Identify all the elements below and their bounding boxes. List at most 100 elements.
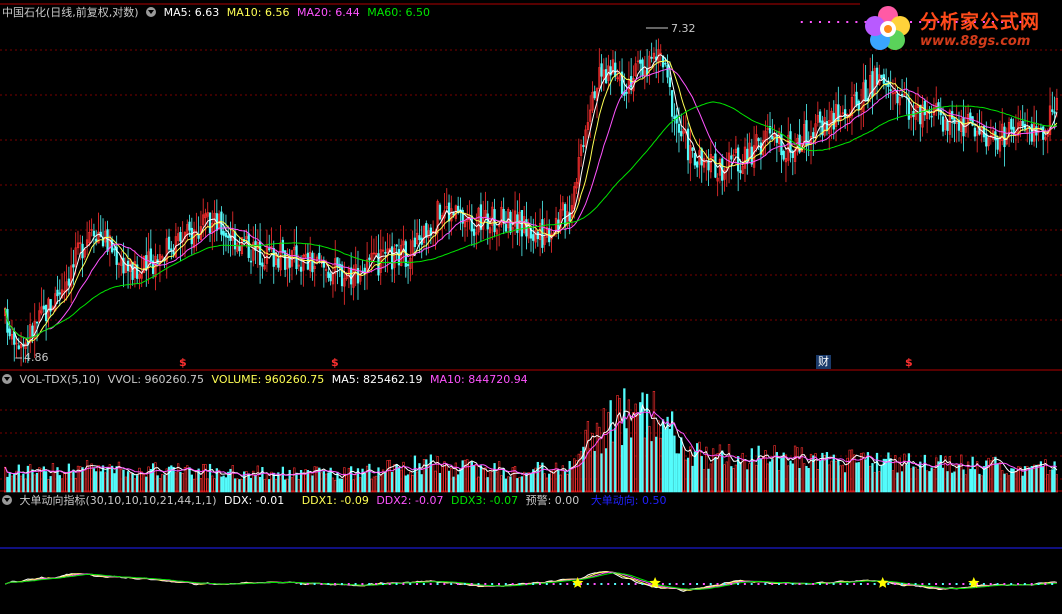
ddx-dot — [757, 583, 760, 585]
volume-bar — [905, 464, 908, 493]
candle-body — [113, 248, 116, 251]
volume-bar — [780, 455, 783, 493]
volume-bar — [816, 468, 819, 493]
ddx-dot — [552, 583, 555, 585]
volume-bar — [311, 475, 314, 493]
volume-bar — [727, 444, 731, 493]
volume-bar — [238, 479, 241, 493]
volume-bar — [664, 428, 667, 493]
volume-bar — [955, 464, 958, 493]
volume-bar — [739, 462, 742, 493]
candle-body — [390, 246, 394, 270]
event-marker[interactable]: $ — [905, 356, 913, 370]
candle-body — [923, 100, 926, 116]
volume-bar — [158, 478, 162, 493]
ddx-dot — [320, 583, 323, 585]
candle-body — [31, 325, 34, 337]
dropdown-icon[interactable] — [2, 374, 12, 384]
volume-bar — [284, 479, 287, 493]
volume-bar — [161, 474, 164, 493]
volume-bar — [564, 470, 567, 493]
volume-bar — [609, 400, 612, 493]
event-marker[interactable]: $ — [331, 356, 339, 370]
candle-body — [693, 152, 697, 166]
volume-bar — [570, 466, 574, 493]
volume-bar — [1005, 473, 1008, 493]
volume-bar — [973, 469, 977, 493]
volume-bar — [254, 474, 257, 493]
volume-bar — [693, 451, 697, 493]
ddx-dot — [812, 583, 815, 585]
candle-body — [261, 262, 264, 267]
volume-bar — [222, 475, 225, 493]
volume-bar — [709, 463, 712, 493]
price-title[interactable]: 中国石化(日线,前复权,对数) — [2, 6, 139, 19]
volume-bar — [946, 471, 949, 493]
volume-bar — [420, 474, 423, 493]
volume-bar — [998, 462, 1002, 493]
volume-bar — [994, 456, 997, 493]
candle-body — [639, 59, 642, 64]
ddx-dot — [887, 583, 890, 585]
candle-body — [8, 328, 11, 337]
volume-bar — [748, 463, 751, 493]
volume-bar — [643, 437, 646, 493]
ddx-dot — [716, 583, 719, 585]
candle-body — [691, 147, 694, 151]
candle-body — [395, 244, 398, 247]
volume-bar — [830, 460, 833, 493]
ddx-dot — [545, 583, 548, 585]
volume-bar — [183, 467, 187, 493]
candle-body — [941, 116, 945, 132]
dropdown-icon[interactable] — [146, 7, 157, 17]
volume-bar — [445, 464, 448, 493]
candle-body — [72, 264, 75, 268]
volume-bar — [782, 452, 785, 493]
volume-bar — [484, 467, 487, 493]
volume-bar — [457, 474, 460, 493]
ddx-dot — [1051, 583, 1054, 585]
logo-url: www.88gs.com — [920, 34, 1031, 49]
volume-bar — [4, 466, 7, 493]
volume-bar — [136, 475, 139, 493]
volume-bar — [982, 466, 986, 493]
candle-body — [306, 252, 310, 270]
volume-bar — [404, 475, 407, 493]
volume-bar — [668, 428, 672, 493]
warn-readout: 预警: 0.00 — [525, 494, 580, 507]
ddx-dot — [347, 583, 350, 585]
site-logo[interactable]: 分析家公式网 www.88gs.com — [862, 2, 1060, 54]
candle-body — [1021, 121, 1024, 127]
ddx-dot — [771, 583, 774, 585]
volume-bar — [83, 469, 86, 493]
volume-bar — [172, 466, 175, 493]
volume-bar — [331, 477, 335, 493]
candle-body — [946, 120, 949, 131]
volume-bar — [832, 454, 835, 493]
candle-body — [208, 212, 212, 234]
candle-body — [780, 133, 783, 156]
candle-body — [472, 228, 476, 236]
finance-marker[interactable]: 财 — [816, 355, 831, 369]
ddx-dot — [743, 583, 746, 585]
ddx-title[interactable]: 大单动向指标(30,10,10,10,21,44,1,1) — [20, 494, 217, 507]
ddx-dot — [1003, 583, 1006, 585]
volume-bar — [295, 472, 298, 493]
ddx-dot — [777, 583, 780, 585]
candle-body — [67, 278, 71, 286]
volume-bar — [873, 472, 876, 493]
stock-chart[interactable]: 中国石化(日线,前复权,对数) MA5: 6.63 MA10: 6.56 MA2… — [0, 0, 1062, 614]
chart-canvas[interactable] — [0, 0, 1062, 614]
ddx-dot — [832, 583, 835, 585]
ddx3-readout: DDX3: -0.07 — [450, 494, 519, 507]
event-marker[interactable]: $ — [179, 356, 187, 370]
volume-bar — [290, 477, 294, 493]
ddx-dot — [962, 583, 965, 585]
volume-title[interactable]: VOL-TDX(5,10) — [20, 373, 101, 386]
volume-bar — [217, 469, 221, 493]
candle-body — [299, 266, 303, 272]
volume-bar — [33, 474, 36, 493]
dropdown-icon[interactable] — [2, 495, 12, 505]
volume-bar — [502, 468, 505, 493]
candle-body — [889, 89, 892, 91]
